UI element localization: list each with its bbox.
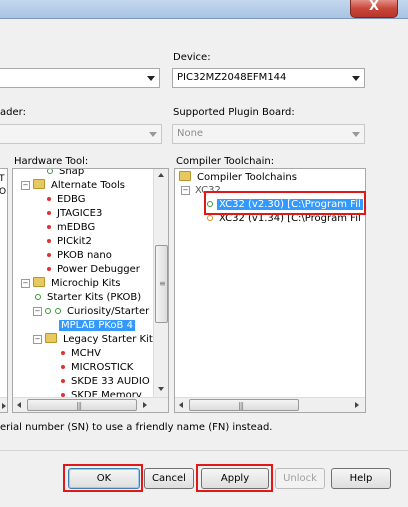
chevron-down-icon [147, 76, 155, 81]
folder-icon [33, 179, 45, 189]
cancel-button[interactable]: Cancel [144, 468, 194, 489]
tree-item[interactable]: EDBG [47, 193, 87, 206]
tool-status-icon [61, 379, 65, 383]
tool-status-icon [47, 267, 51, 271]
tool-status-icon [55, 308, 61, 314]
highlight-box-compiler [204, 191, 366, 215]
help-button[interactable]: Help [331, 468, 391, 489]
tree-item[interactable]: Snap [47, 169, 86, 178]
scroll-right-icon[interactable] [355, 402, 359, 408]
tree-item[interactable]: JTAGICE3 [47, 207, 104, 220]
close-button[interactable]: X [350, 0, 398, 18]
tree-item[interactable]: MICROSTICK [61, 361, 135, 374]
collapse-icon[interactable]: − [21, 181, 30, 190]
collapse-icon[interactable]: − [33, 335, 42, 344]
collapse-icon[interactable]: − [181, 186, 190, 195]
title-bar [0, 0, 408, 19]
hint-text: erial number (SN) to use a friendly name… [0, 422, 273, 433]
device-select-value: PIC32MZ2048EFM144 [177, 72, 287, 83]
tool-status-icon [47, 239, 51, 243]
tool-status-icon [35, 294, 41, 300]
tree-item[interactable]: MCHV [61, 347, 103, 360]
chevron-down-icon [149, 132, 157, 137]
tree-item[interactable]: − Alternate Tools [21, 179, 127, 192]
device-select[interactable]: PIC32MZ2048EFM144 [172, 68, 365, 88]
tree-item[interactable]: mEDBG [47, 221, 97, 234]
scrollbar-thumb[interactable]: ≡ [155, 245, 168, 323]
plugin-board-select-value: None [177, 128, 204, 139]
separator [0, 450, 408, 451]
chevron-down-icon [352, 132, 360, 137]
scroll-up-icon[interactable] [158, 173, 164, 177]
plugin-board-label: Supported Plugin Board: [173, 107, 295, 118]
highlight-box-ok [63, 464, 143, 492]
close-icon: X [368, 0, 380, 14]
collapse-icon[interactable]: − [33, 307, 42, 316]
horizontal-scrollbar[interactable] [0, 397, 7, 412]
scroll-left-icon[interactable] [17, 402, 21, 408]
device-label: Device: [173, 52, 211, 63]
tree-item[interactable]: − Legacy Starter Kit [33, 333, 155, 346]
tool-status-icon [61, 351, 65, 355]
tool-status-icon [47, 253, 51, 257]
scroll-down-icon[interactable] [158, 387, 164, 391]
tree-item[interactable]: PICkit2 [47, 235, 94, 248]
left-top-select[interactable] [0, 68, 160, 88]
tree-item[interactable]: Starter Kits (PKOB) [35, 291, 143, 304]
tree-item[interactable]: − Microchip Kits [21, 277, 123, 290]
tree-item[interactable]: SKDE 33 AUDIO [61, 375, 152, 388]
tool-status-icon [47, 225, 51, 229]
scroll-right-icon[interactable] [2, 403, 6, 409]
chevron-down-icon [352, 76, 360, 81]
tree-item[interactable]: − Curiosity/Starter K [33, 305, 161, 318]
tool-status-icon [61, 365, 65, 369]
header-select[interactable] [0, 124, 162, 144]
scrollbar-thumb[interactable]: ||| [189, 399, 299, 411]
tree-item[interactable]: Power Debugger [47, 263, 142, 276]
header-label: ader: [0, 107, 26, 118]
tree-item[interactable]: Compiler Toolchains [179, 171, 299, 184]
folder-icon [179, 171, 191, 181]
unlock-button[interactable]: Unlock [275, 468, 325, 489]
compiler-status-icon [207, 215, 213, 221]
scroll-left-icon[interactable] [179, 402, 183, 408]
plugin-board-select[interactable]: None [172, 124, 365, 144]
tree-item-selected[interactable]: MPLAB PKoB 4 [59, 319, 135, 332]
highlight-box-apply [196, 464, 273, 492]
tree-item[interactable]: PKOB nano [47, 249, 114, 262]
collapse-icon[interactable]: − [21, 279, 30, 288]
hardware-tool-tree[interactable]: Snap − Alternate Tools EDBG JTAGICE3 mEDB… [12, 168, 169, 413]
tool-status-icon [47, 197, 51, 201]
compiler-toolchain-label: Compiler Toolchain: [176, 156, 275, 167]
hardware-tool-label: Hardware Tool: [14, 156, 89, 167]
tool-status-icon [45, 308, 51, 314]
folder-icon [45, 333, 57, 343]
horizontal-scrollbar[interactable]: ||| [13, 397, 168, 412]
tool-status-icon [47, 169, 53, 174]
scroll-right-icon[interactable] [143, 402, 147, 408]
left-clipped-panel: T OF [0, 168, 8, 413]
horizontal-scrollbar[interactable]: ||| [175, 397, 365, 412]
tool-status-icon [47, 211, 51, 215]
scrollbar-thumb[interactable]: ||| [27, 399, 137, 411]
vertical-scrollbar[interactable]: ≡ [153, 169, 168, 397]
folder-icon [33, 277, 45, 287]
